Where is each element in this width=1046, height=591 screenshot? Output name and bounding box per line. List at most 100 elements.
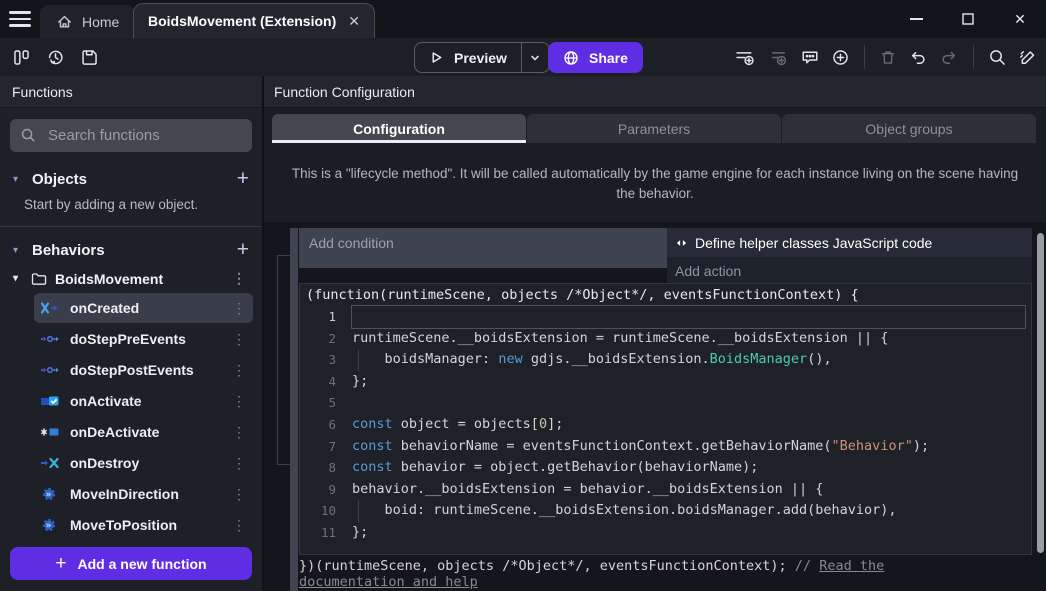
item-menu-icon[interactable]: ⋮ bbox=[229, 517, 249, 534]
function-item-onDestroy[interactable]: onDestroy⋮ bbox=[34, 448, 253, 478]
item-menu-icon[interactable]: ⋮ bbox=[229, 393, 249, 410]
code-token: "Behavior" bbox=[832, 438, 913, 454]
tab-close-icon[interactable]: ✕ bbox=[348, 13, 360, 30]
do-step-icon bbox=[40, 332, 60, 346]
code-token: boid: runtimeScene.__boidsExtension.boid… bbox=[352, 502, 897, 518]
share-button[interactable]: Share bbox=[548, 42, 643, 73]
function-label: doStepPostEvents bbox=[70, 362, 194, 378]
item-menu-icon[interactable]: ⋮ bbox=[229, 455, 249, 472]
minimize-button[interactable] bbox=[890, 0, 942, 38]
code-token: behaviorName = eventsFunctionContext.get… bbox=[393, 438, 832, 454]
edit-icon[interactable] bbox=[1018, 48, 1038, 67]
event-drag-handle[interactable] bbox=[290, 228, 298, 591]
search-input[interactable] bbox=[46, 126, 249, 145]
function-label: MoveInDirection bbox=[70, 486, 179, 502]
tab-parameters[interactable]: Parameters bbox=[527, 114, 781, 143]
tab-object-groups[interactable]: Object groups bbox=[782, 114, 1036, 143]
toolbar-right-icons bbox=[734, 38, 1038, 76]
redo-icon bbox=[939, 48, 959, 67]
function-item-onDeActivate[interactable]: onDeActivate⋮ bbox=[34, 417, 253, 447]
code-line-7[interactable]: 7const behaviorName = eventsFunctionCont… bbox=[300, 436, 1031, 458]
tab-home[interactable]: Home bbox=[40, 5, 135, 38]
function-label: doStepPreEvents bbox=[70, 331, 186, 347]
events-scrollbar[interactable] bbox=[1037, 233, 1044, 553]
function-item-doStepPreEvents[interactable]: doStepPreEvents ⋮ bbox=[34, 324, 253, 354]
add-circle-icon[interactable] bbox=[831, 48, 850, 67]
function-item-doStepPostEvents[interactable]: doStepPostEvents ⋮ bbox=[34, 355, 253, 385]
line-text: behavior.__boidsExtension = behavior.__b… bbox=[352, 479, 1025, 501]
function-list: onCreated⋮doStepPreEvents⋮doStepPostEven… bbox=[0, 293, 262, 540]
behaviors-section-header[interactable]: ▾ Behaviors + bbox=[0, 235, 262, 265]
preview-button[interactable]: Preview bbox=[414, 42, 550, 73]
save-icon[interactable] bbox=[80, 48, 99, 67]
line-number: 8 bbox=[300, 457, 352, 479]
function-label: onCreated bbox=[70, 300, 139, 316]
code-line-9[interactable]: 9behavior.__boidsExtension = behavior.__… bbox=[300, 479, 1031, 501]
tab-extension-label: BoidsMovement (Extension) bbox=[148, 13, 336, 29]
code-line-10[interactable]: 10 boid: runtimeScene.__boidsExtension.b… bbox=[300, 500, 1031, 522]
code-line-8[interactable]: 8const behavior = object.getBehavior(beh… bbox=[300, 457, 1031, 479]
code-token: ]; bbox=[547, 416, 563, 432]
add-behavior-button[interactable]: + bbox=[237, 240, 249, 260]
toolbar-left-icons bbox=[12, 38, 99, 76]
code-line-11[interactable]: 11}; bbox=[300, 522, 1031, 544]
item-menu-icon[interactable]: ⋮ bbox=[229, 486, 249, 503]
function-item-MoveToPosition[interactable]: »MoveToPosition⋮ bbox=[34, 510, 253, 540]
search-functions-box[interactable] bbox=[10, 119, 252, 152]
function-item-MoveInDirection[interactable]: »MoveInDirection⋮ bbox=[34, 479, 253, 509]
do-step-icon bbox=[40, 363, 60, 377]
function-configuration-panel: Function Configuration Configuration Par… bbox=[262, 76, 1046, 591]
window-controls: ✕ bbox=[890, 0, 1046, 38]
history-icon[interactable] bbox=[46, 48, 65, 67]
undo-icon[interactable] bbox=[908, 48, 928, 67]
gdevelop-window: Home BoidsMovement (Extension) ✕ ✕ Previ… bbox=[0, 0, 1046, 591]
hamburger-menu-icon[interactable] bbox=[9, 11, 31, 27]
code-line-5[interactable]: 5 bbox=[300, 392, 1031, 414]
on-deactivate-icon bbox=[40, 425, 60, 439]
sidebar-divider bbox=[0, 226, 262, 227]
line-text: const behaviorName = eventsFunctionConte… bbox=[352, 436, 1025, 458]
add-condition-cell[interactable]: Add condition bbox=[299, 228, 667, 268]
footer-code-text: })(runtimeScene, objects /*Object*/, eve… bbox=[299, 558, 795, 574]
close-button[interactable]: ✕ bbox=[994, 0, 1046, 38]
code-line-1[interactable]: 1 bbox=[300, 306, 1031, 328]
code-line-6[interactable]: 6const object = objects[0]; bbox=[300, 414, 1031, 436]
tab-home-label: Home bbox=[82, 14, 119, 30]
title-bar: Home BoidsMovement (Extension) ✕ ✕ bbox=[0, 0, 1046, 38]
line-text: runtimeScene.__boidsExtension = runtimeS… bbox=[352, 328, 1025, 350]
function-item-onCreated[interactable]: onCreated ⋮ bbox=[34, 293, 253, 323]
objects-section-header[interactable]: ▾ Objects + bbox=[0, 164, 262, 194]
js-event-title[interactable]: Define helper classes JavaScript code bbox=[667, 228, 1032, 257]
code-line-2[interactable]: 2runtimeScene.__boidsExtension = runtime… bbox=[300, 328, 1031, 350]
code-line-4[interactable]: 4}; bbox=[300, 371, 1031, 393]
events-sheet: Add condition Define helper classes Java… bbox=[264, 222, 1046, 591]
item-menu-icon[interactable]: ⋮ bbox=[229, 331, 249, 348]
item-menu-icon[interactable]: ⋮ bbox=[229, 362, 249, 379]
item-menu-icon[interactable]: ⋮ bbox=[229, 424, 249, 441]
preview-dropdown-button[interactable] bbox=[521, 43, 549, 72]
search-icon[interactable] bbox=[988, 48, 1007, 67]
folder-menu-icon[interactable]: ⋮ bbox=[229, 270, 249, 287]
add-function-button[interactable]: + Add a new function bbox=[10, 547, 252, 580]
play-icon bbox=[429, 50, 444, 65]
behavior-folder-row[interactable]: ▾ BoidsMovement ⋮ bbox=[0, 265, 262, 292]
tab-configuration[interactable]: Configuration bbox=[272, 114, 526, 143]
js-code-editor[interactable]: (function(runtimeScene, objects /*Object… bbox=[299, 283, 1032, 555]
maximize-button[interactable] bbox=[942, 0, 994, 38]
add-comment-icon[interactable] bbox=[800, 48, 820, 67]
item-menu-icon[interactable]: ⋮ bbox=[229, 300, 249, 317]
event-indent-bracket bbox=[277, 255, 290, 465]
share-label: Share bbox=[589, 50, 628, 66]
add-action-cell[interactable]: Add action bbox=[667, 257, 1032, 284]
code-token: behavior.__boidsExtension = behavior.__b… bbox=[352, 481, 823, 497]
code-line-3[interactable]: 3 boidsManager: new gdjs.__boidsExtensio… bbox=[300, 349, 1031, 371]
gear-icon: » bbox=[40, 518, 60, 532]
project-manager-icon[interactable] bbox=[12, 48, 31, 67]
code-icon bbox=[675, 237, 688, 249]
chevron-down-icon: ▾ bbox=[13, 245, 23, 256]
add-event-icon[interactable] bbox=[734, 48, 756, 67]
tab-extension[interactable]: BoidsMovement (Extension) ✕ bbox=[133, 3, 375, 38]
add-object-button[interactable]: + bbox=[237, 169, 249, 189]
code-token: object = objects[ bbox=[393, 416, 539, 432]
function-item-onActivate[interactable]: onActivate⋮ bbox=[34, 386, 253, 416]
